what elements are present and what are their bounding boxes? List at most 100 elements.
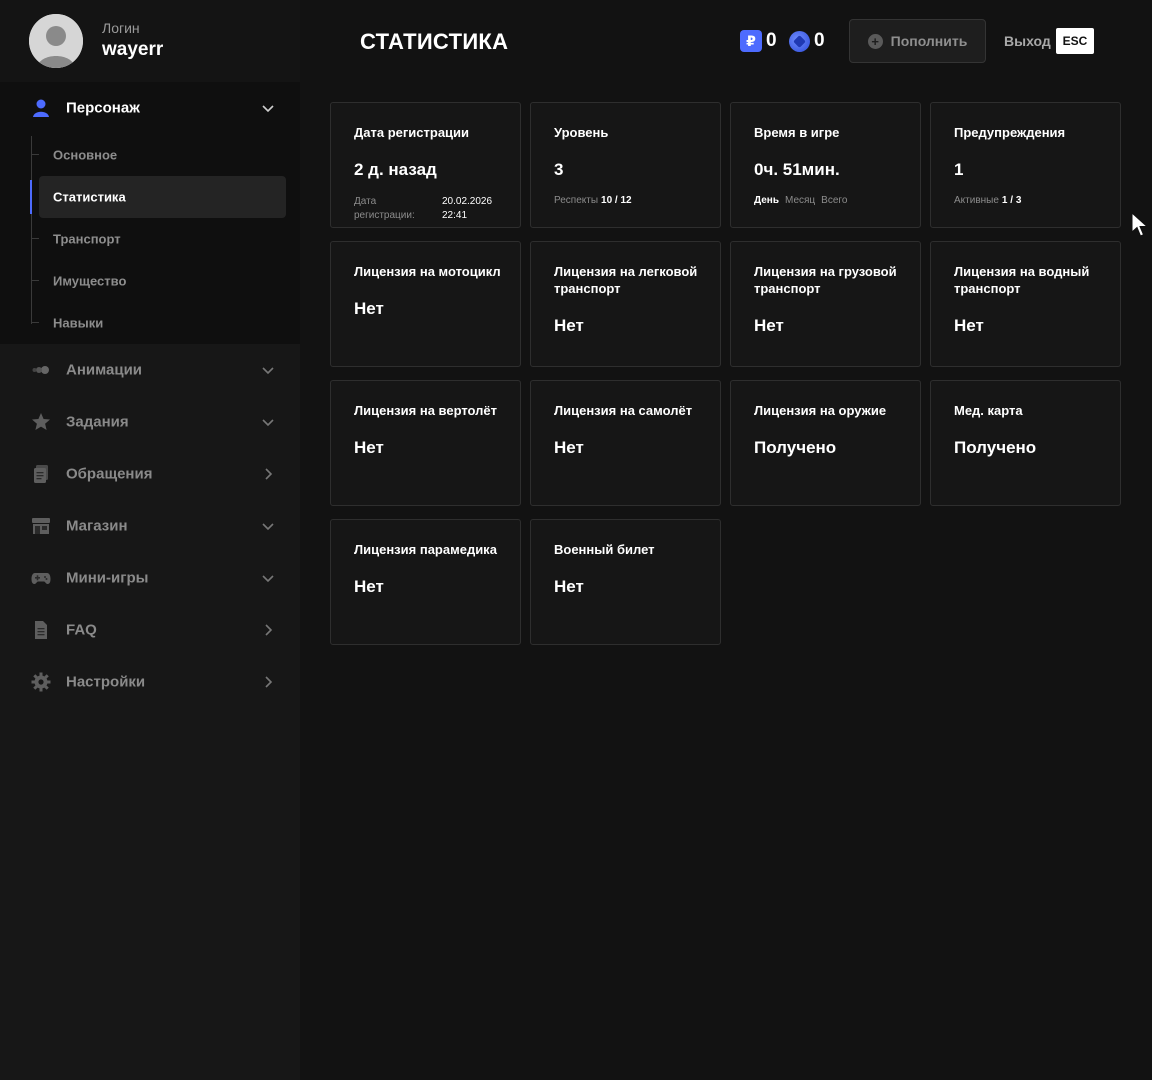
nav-tickets[interactable]: Обращения — [0, 448, 300, 500]
card-value: Нет — [354, 577, 384, 596]
subnav-label: Основное — [53, 147, 118, 163]
chevron-down-icon — [261, 101, 275, 115]
nav-label: Настройки — [66, 673, 146, 691]
license-card-motorcycle: Лицензия на мотоцикл Нет — [330, 241, 521, 367]
nav-shop[interactable]: Магазин — [0, 500, 300, 552]
avatar[interactable] — [29, 14, 83, 68]
card-title: Предупреждения — [954, 125, 1066, 140]
active-marker — [30, 180, 32, 214]
license-card-weapon: Лицензия на оружие Получено — [730, 380, 921, 506]
card-title: Лицензия на легковой транспорт — [554, 264, 698, 296]
subnav-label: Имущество — [53, 273, 127, 289]
nav-label: Обращения — [66, 465, 153, 483]
nav-persona[interactable]: Персонаж — [0, 82, 300, 134]
card-value: Нет — [354, 299, 384, 318]
card-value: 0ч. 51мин. — [754, 160, 840, 179]
card-value: Нет — [554, 316, 584, 335]
sidebar: Логин wayerr Персонаж Основное Статистик… — [0, 0, 300, 1080]
stat-card-playtime: Время в игре 0ч. 51мин. День Месяц Всего — [730, 102, 921, 228]
profile-block: Логин wayerr — [0, 0, 300, 82]
card-value: Нет — [554, 438, 584, 457]
esc-key-badge[interactable]: ESC — [1056, 28, 1094, 54]
chevron-right-icon — [261, 623, 275, 637]
warnings-active-value: 1 / 3 — [1001, 195, 1022, 206]
topup-button[interactable]: + Пополнить — [849, 19, 986, 63]
subnav-item-main[interactable]: Основное — [31, 134, 286, 176]
respect-label: Респекты — [554, 195, 599, 206]
plus-circle-icon: + — [867, 33, 883, 49]
nav-label: Персонаж — [66, 99, 140, 117]
period-total[interactable]: Всего — [821, 195, 847, 206]
license-card-paramedic: Лицензия парамедика Нет — [330, 519, 521, 645]
stat-card-registration: Дата регистрации 2 д. назад Дата регистр… — [330, 102, 521, 228]
gear-icon — [31, 672, 51, 692]
ruble-icon: ₽ — [740, 30, 762, 52]
card-title: Время в игре — [754, 125, 840, 140]
tickets-icon — [31, 464, 51, 484]
respect-value: 10 / 12 — [601, 195, 632, 206]
document-icon — [31, 620, 51, 640]
nav-minigames[interactable]: Мини-игры — [0, 552, 300, 604]
license-card-plane: Лицензия на самолёт Нет — [530, 380, 721, 506]
nav-label: Анимации — [66, 361, 143, 379]
mouse-cursor-icon — [1131, 212, 1149, 238]
chevron-right-icon — [261, 467, 275, 481]
period-day[interactable]: День — [754, 195, 779, 206]
warnings-meta: Активные 1 / 3 — [954, 195, 1021, 206]
period-switch: День Месяц Всего — [754, 195, 847, 206]
stat-card-warnings: Предупреждения 1 Активные 1 / 3 — [930, 102, 1121, 228]
card-title: Лицензия парамедика — [354, 542, 497, 557]
animation-icon — [31, 360, 51, 380]
nav-faq[interactable]: FAQ — [0, 604, 300, 656]
coin-balance-value: 0 — [814, 30, 825, 51]
card-value: Нет — [554, 577, 584, 596]
subnav-item-transport[interactable]: Транспорт — [31, 218, 286, 260]
nav-label: FAQ — [66, 621, 97, 639]
card-title: Лицензия на водный транспорт — [954, 264, 1090, 296]
license-card-car: Лицензия на легковой транспорт Нет — [530, 241, 721, 367]
nav-animations[interactable]: Анимации — [0, 344, 300, 396]
chevron-right-icon — [261, 675, 275, 689]
license-card-medical: Мед. карта Получено — [930, 380, 1121, 506]
card-title: Военный билет — [554, 542, 655, 557]
login-value: wayerr — [102, 39, 164, 60]
card-title: Лицензия на самолёт — [554, 403, 693, 418]
topup-label: Пополнить — [890, 33, 968, 49]
card-value: Получено — [954, 438, 1037, 457]
coin-icon — [789, 30, 810, 52]
card-value: 2 д. назад — [354, 160, 437, 179]
period-month[interactable]: Месяц — [785, 195, 815, 206]
license-card-military-id: Военный билет Нет — [530, 519, 721, 645]
subnav-label: Транспорт — [53, 231, 121, 247]
subnav-item-statistics[interactable]: Статистика — [30, 176, 286, 218]
store-icon — [31, 516, 51, 536]
subnav-label: Навыки — [53, 315, 104, 331]
login-label: Логин — [102, 20, 140, 36]
chevron-down-icon — [261, 571, 275, 585]
nav-tasks[interactable]: Задания — [0, 396, 300, 448]
nav-label: Магазин — [66, 517, 128, 535]
subnav-label: Статистика — [53, 189, 126, 205]
registration-time-value: 22:41 — [442, 210, 468, 221]
card-title: Мед. карта — [954, 403, 1023, 418]
coin-balance: 0 — [789, 30, 825, 52]
warnings-active-label: Активные — [954, 195, 999, 206]
exit-button[interactable]: Выход — [1004, 33, 1051, 49]
card-title: Лицензия на оружие — [754, 403, 887, 418]
card-title: Лицензия на вертолёт — [354, 403, 498, 418]
registration-date-value: 20.02.2026 — [442, 196, 493, 207]
nav-label: Мини-игры — [66, 569, 149, 587]
card-title: Дата регистрации — [354, 125, 470, 140]
subnav-item-skills[interactable]: Навыки — [31, 302, 286, 344]
tree-line — [31, 136, 32, 324]
subnav-item-property[interactable]: Имущество — [31, 260, 286, 302]
card-title: Лицензия на мотоцикл — [354, 264, 501, 279]
card-value: Нет — [954, 316, 984, 335]
nav-label: Задания — [66, 413, 129, 431]
card-value: 1 — [954, 160, 964, 179]
gamepad-icon — [31, 568, 51, 588]
nav-settings[interactable]: Настройки — [0, 656, 300, 708]
card-value: Нет — [754, 316, 784, 335]
card-value: 3 — [554, 160, 564, 179]
user-silhouette-icon — [29, 14, 83, 68]
